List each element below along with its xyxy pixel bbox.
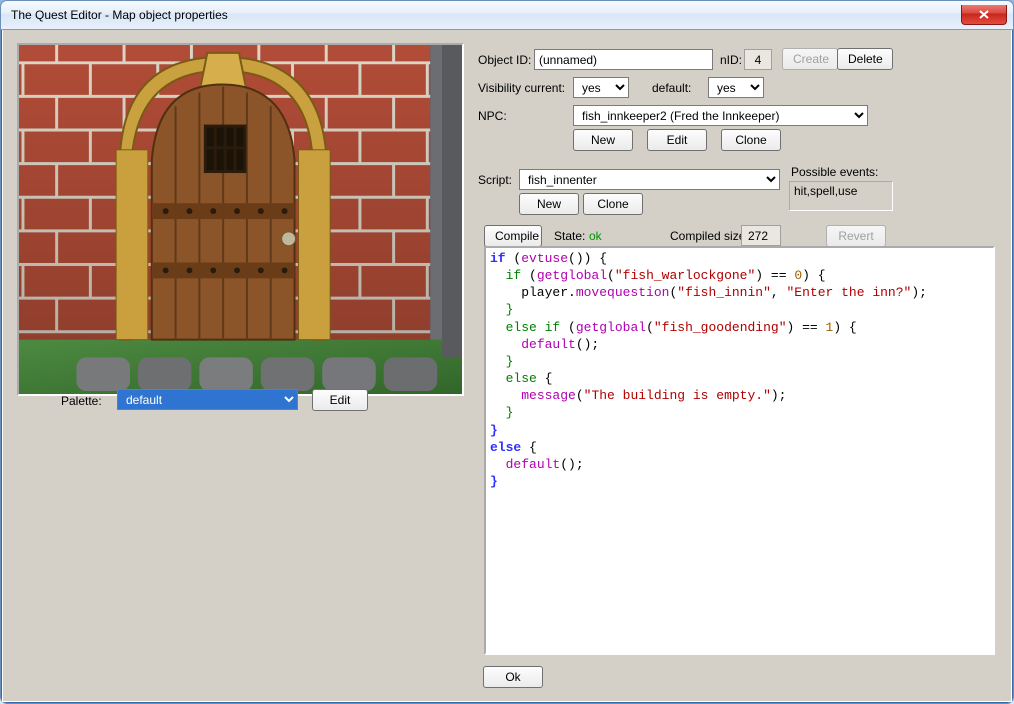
client-area: Palette: default Edit Object ID: nID: 4 … [2,30,1012,702]
npc-edit-button[interactable]: Edit [647,129,707,151]
visibility-default-select[interactable]: yes [708,77,764,98]
object-id-field[interactable] [534,49,713,70]
visibility-label: Visibility current: [478,81,565,95]
script-editor[interactable]: if (evtuse()) { if (getglobal("fish_warl… [484,246,995,655]
object-id-label: Object ID: [478,53,531,67]
nid-value: 4 [744,49,772,70]
visibility-current-select[interactable]: yes [573,77,629,98]
delete-button[interactable]: Delete [837,48,893,70]
title-bar[interactable]: The Quest Editor - Map object properties [1,1,1013,30]
revert-button: Revert [826,225,886,247]
palette-select[interactable]: default [117,389,298,410]
palette-label: Palette: [61,394,102,408]
app-window: The Quest Editor - Map object properties [0,0,1014,704]
compiled-size-value: 272 [741,225,781,246]
possible-events-label: Possible events: [791,165,878,179]
nid-label: nID: [720,53,742,67]
npc-label: NPC: [478,109,507,123]
compiled-size-label: Compiled size: [670,229,749,243]
window-title: The Quest Editor - Map object properties [11,8,961,22]
visibility-default-label: default: [652,81,691,95]
close-button[interactable] [961,5,1007,25]
npc-select[interactable]: fish_innkeeper2 (Fred the Innkeeper) [573,105,868,126]
state-value: ok [589,229,602,243]
palette-edit-button[interactable]: Edit [312,389,368,411]
compile-button[interactable]: Compile [484,225,542,247]
map-preview [17,43,464,396]
script-select[interactable]: fish_innenter [519,169,780,190]
state-label: State: [554,229,585,243]
create-button: Create [782,48,838,70]
possible-events-box: hit,spell,use [789,181,893,211]
ok-button[interactable]: Ok [483,666,543,688]
script-new-button[interactable]: New [519,193,579,215]
npc-new-button[interactable]: New [573,129,633,151]
close-icon [979,10,989,19]
npc-clone-button[interactable]: Clone [721,129,781,151]
script-label: Script: [478,173,512,187]
script-clone-button[interactable]: Clone [583,193,643,215]
